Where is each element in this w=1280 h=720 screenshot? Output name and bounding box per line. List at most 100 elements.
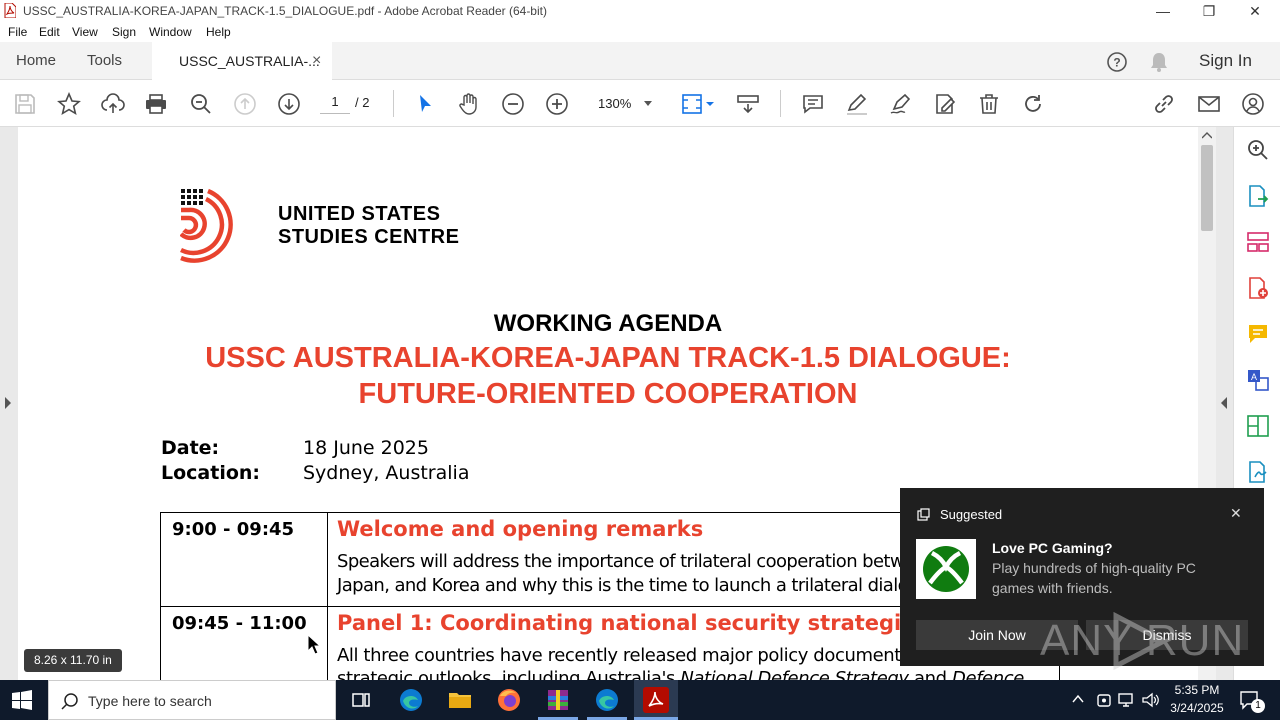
tab-home[interactable]: Home <box>16 42 56 80</box>
rotate-icon[interactable] <box>1021 92 1045 116</box>
minimize-button[interactable]: — <box>1140 0 1186 22</box>
toolbar: 1 / 2 130% <box>0 80 1280 127</box>
hand-tool-icon[interactable] <box>457 92 481 116</box>
create-pdf-icon[interactable] <box>1246 276 1270 300</box>
save-icon[interactable] <box>13 92 37 116</box>
previous-page-icon[interactable] <box>233 92 257 116</box>
help-icon[interactable]: ? <box>1106 51 1128 73</box>
zoom-value: 130% <box>598 96 632 111</box>
compress-pdf-icon[interactable] <box>1246 414 1270 438</box>
notification-count-badge: 1 <box>1251 699 1265 713</box>
menu-edit[interactable]: Edit <box>39 25 60 39</box>
notification-close-button[interactable]: ✕ <box>1230 505 1242 522</box>
zoom-in-icon[interactable] <box>545 92 569 116</box>
delete-trash-icon[interactable] <box>977 92 1001 116</box>
notifications-bell-icon[interactable] <box>1149 51 1169 73</box>
close-window-button[interactable]: ✕ <box>1232 0 1278 22</box>
agenda-row-2-body-line1: All three countries have recently releas… <box>337 645 901 666</box>
tab-document-label: USSC_AUSTRALIA-... <box>179 53 320 69</box>
edge-app-icon[interactable] <box>593 686 621 714</box>
email-icon[interactable] <box>1197 92 1221 116</box>
agenda-row-2-title: Panel 1: Coordinating national security … <box>337 611 928 635</box>
menu-file[interactable]: File <box>8 25 27 39</box>
upload-cloud-icon[interactable] <box>101 92 125 116</box>
xbox-logo-icon <box>916 539 976 599</box>
tab-document[interactable]: USSC_AUSTRALIA-... × <box>152 42 332 81</box>
notification-body-line1: Play hundreds of high-quality PC <box>992 560 1196 576</box>
close-tab-icon[interactable]: × <box>312 42 321 80</box>
dismiss-button[interactable]: Dismiss <box>1086 620 1248 650</box>
agenda-heading: WORKING AGENDA <box>493 310 723 337</box>
scrollbar-thumb[interactable] <box>1201 145 1213 231</box>
tab-bar: Home Tools USSC_AUSTRALIA-... × ? Sign I… <box>0 42 1280 81</box>
mouse-cursor-icon <box>307 634 321 655</box>
next-page-icon[interactable] <box>277 92 301 116</box>
file-explorer-icon[interactable] <box>446 686 474 714</box>
window-title: USSC_AUSTRALIA-KOREA-JAPAN_TRACK-1.5_DIA… <box>23 4 547 18</box>
ussc-logo-icon <box>180 188 233 263</box>
share-link-icon[interactable] <box>1152 92 1176 116</box>
organize-pages-icon[interactable] <box>1246 230 1270 254</box>
comment-icon[interactable] <box>801 92 825 116</box>
page-size-label: 8.26 x 11.70 in <box>24 649 122 672</box>
search-zoom-tool-icon[interactable] <box>1246 138 1270 162</box>
winrar-icon[interactable] <box>544 686 572 714</box>
zoom-out-icon[interactable] <box>501 92 525 116</box>
select-cursor-icon[interactable] <box>413 92 437 116</box>
notification-header: Suggested <box>940 507 1003 522</box>
logo-text-line1: UNITED STATES <box>278 203 441 225</box>
notification-body-line2: games with friends. <box>992 580 1113 596</box>
expand-left-panel-icon[interactable] <box>4 397 12 409</box>
volume-icon[interactable] <box>1142 692 1160 708</box>
agenda-row-1-body-line1: Speakers will address the importance of … <box>337 551 905 572</box>
task-view-icon[interactable] <box>347 686 375 714</box>
edge-browser-icon[interactable] <box>397 686 425 714</box>
zoom-select[interactable]: 130% <box>588 93 660 115</box>
firefox-icon[interactable] <box>495 686 523 714</box>
window-title-bar: USSC_AUSTRALIA-KOREA-JAPAN_TRACK-1.5_DIA… <box>0 0 1280 22</box>
suggested-notification: Suggested ✕ Love PC Gaming? Play hundred… <box>900 488 1264 666</box>
collapse-right-panel-icon[interactable] <box>1220 397 1228 409</box>
menu-view[interactable]: View <box>72 25 98 39</box>
highlight-pen-icon[interactable] <box>845 92 869 116</box>
network-icon[interactable] <box>1118 692 1136 708</box>
fill-sign-icon[interactable] <box>1246 460 1270 484</box>
meet-now-icon[interactable] <box>1096 691 1112 709</box>
maximize-button[interactable]: ❐ <box>1186 0 1232 22</box>
edit-pdf-icon[interactable] <box>933 92 957 116</box>
menu-sign[interactable]: Sign <box>112 25 136 39</box>
clock-date[interactable]: 3/24/2025 <box>1164 701 1230 715</box>
agenda-row-1-time: 9:00 - 09:45 <box>172 519 295 540</box>
tab-tools[interactable]: Tools <box>87 42 122 80</box>
agenda-row-2-time: 09:45 - 11:00 <box>172 613 307 634</box>
menu-window[interactable]: Window <box>149 25 192 39</box>
sign-in-button[interactable]: Sign In <box>1199 42 1252 80</box>
bookmark-star-icon[interactable] <box>57 91 81 116</box>
dialogue-title-line1: USSC AUSTRALIA-KOREA-JAPAN TRACK-1.5 DIA… <box>205 342 1011 374</box>
date-label: Date: <box>161 437 220 459</box>
scroll-mode-icon[interactable] <box>736 92 760 116</box>
acrobat-reader-icon <box>643 687 669 713</box>
add-user-icon[interactable] <box>1241 92 1265 116</box>
zoom-search-icon[interactable] <box>189 92 213 116</box>
comment-tool-icon[interactable] <box>1246 322 1270 346</box>
date-value: 18 June 2025 <box>303 437 429 459</box>
page-number-input[interactable]: 1 <box>320 94 350 114</box>
tray-expand-chevron-icon[interactable] <box>1072 694 1084 704</box>
taskbar-search-box[interactable]: Type here to search <box>48 680 336 720</box>
search-placeholder: Type here to search <box>88 693 212 709</box>
combine-files-icon[interactable]: A <box>1246 368 1270 392</box>
notification-title: Love PC Gaming? <box>992 540 1113 556</box>
print-icon[interactable] <box>144 92 168 116</box>
menu-bar: File Edit View Sign Window Help <box>0 22 1280 42</box>
agenda-row-1-title: Welcome and opening remarks <box>337 517 704 541</box>
clock-time[interactable]: 5:35 PM <box>1164 683 1230 697</box>
menu-help[interactable]: Help <box>206 25 231 39</box>
page-fit-icon[interactable] <box>680 92 716 116</box>
join-now-button[interactable]: Join Now <box>916 620 1078 650</box>
acrobat-taskbar-button[interactable] <box>634 680 678 720</box>
draw-signature-icon[interactable] <box>889 92 913 116</box>
windows-start-icon[interactable] <box>12 690 32 710</box>
export-pdf-icon[interactable] <box>1246 184 1270 208</box>
scroll-up-icon[interactable] <box>1202 132 1212 139</box>
